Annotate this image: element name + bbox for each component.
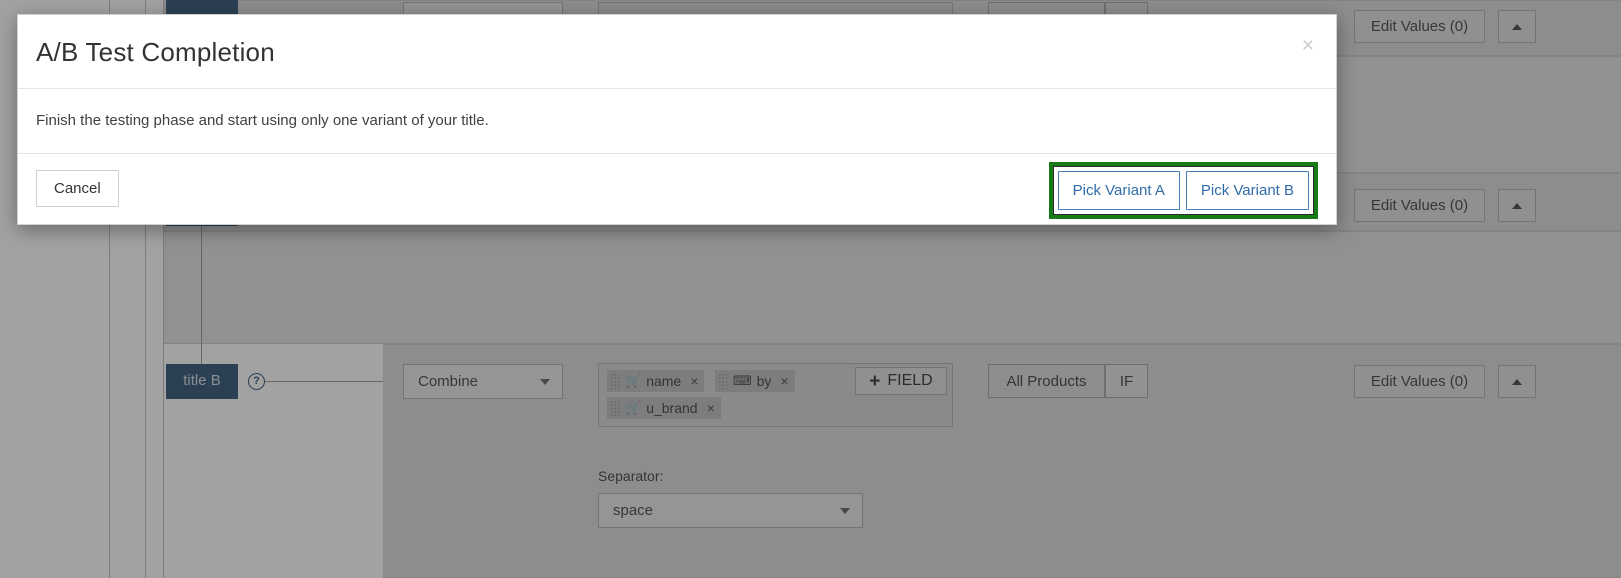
pick-variant-a-button[interactable]: Pick Variant A [1057, 171, 1180, 210]
modal-footer: Cancel Pick Variant A Pick Variant B [18, 154, 1336, 224]
modal-description: Finish the testing phase and start using… [36, 112, 489, 129]
cancel-button[interactable]: Cancel [36, 170, 119, 207]
modal-header: A/B Test Completion × [18, 15, 1336, 89]
variant-actions-group: Pick Variant A Pick Variant B [1048, 162, 1318, 219]
ab-test-completion-modal: A/B Test Completion × Finish the testing… [17, 14, 1337, 225]
page-title: A/B Test Completion [36, 37, 275, 67]
modal-body: Finish the testing phase and start using… [18, 89, 1336, 154]
pick-variant-b-button[interactable]: Pick Variant B [1185, 171, 1309, 210]
close-icon[interactable]: × [1298, 33, 1318, 58]
